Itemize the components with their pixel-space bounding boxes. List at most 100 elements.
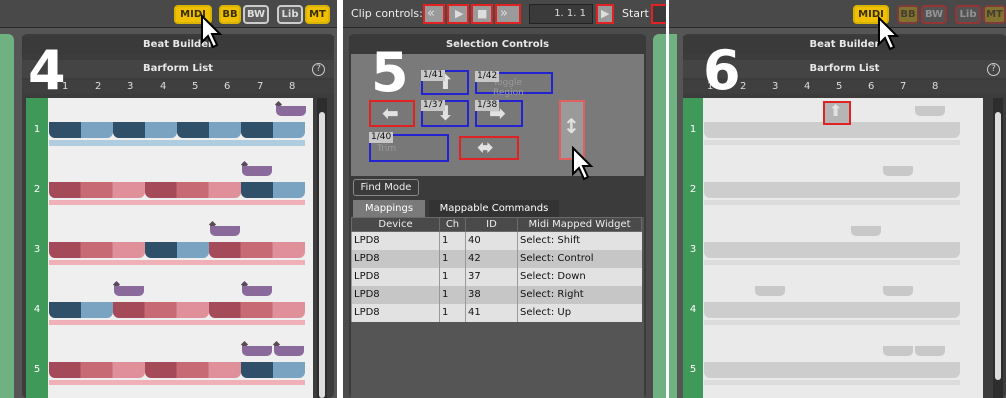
- bar-ruler: 1 2 3 4 5 6 7 8: [22, 80, 334, 94]
- barform-segment[interactable]: [145, 242, 209, 258]
- clip[interactable]: [915, 346, 945, 356]
- ruler-5: 5: [192, 81, 199, 92]
- vertical-scrollbar[interactable]: [317, 98, 327, 398]
- table-row[interactable]: LPD8 1 42 Select: Control: [351, 249, 642, 268]
- clip[interactable]: [242, 346, 272, 356]
- clip[interactable]: [242, 166, 272, 176]
- clip[interactable]: [276, 106, 306, 116]
- row-number: 4: [33, 304, 41, 315]
- mappings-table: Device Ch ID Midi Mapped Widget LPD8 1 40 S…: [351, 217, 642, 322]
- ruler-8: 8: [932, 81, 939, 92]
- cell: LPD8: [351, 267, 440, 286]
- find-mode-button[interactable]: Find Mode: [353, 179, 419, 196]
- fast-forward-button[interactable]: »: [495, 4, 521, 24]
- barform-underbar: [49, 380, 305, 385]
- barform-segment[interactable]: [241, 362, 305, 378]
- clip-controls-toolbar: Clip controls: « ▶ ■ » 1. 1. 1 ▶ Start: [343, 0, 666, 28]
- clip[interactable]: [915, 106, 945, 116]
- arrow-left-icon: ⬅: [382, 101, 399, 125]
- cell: LPD8: [351, 231, 440, 250]
- barform-segment[interactable]: [241, 182, 305, 198]
- barform-segment[interactable]: [145, 362, 241, 378]
- clip[interactable]: [242, 286, 272, 296]
- table-row[interactable]: LPD8 1 37 Select: Down: [351, 267, 642, 286]
- clip[interactable]: [114, 286, 144, 296]
- play-icon: ▶: [601, 7, 610, 20]
- mouse-cursor-icon: [572, 146, 594, 181]
- cell: 1: [439, 267, 466, 286]
- horizontal-resize-button[interactable]: ⬌: [459, 135, 519, 160]
- header-ch[interactable]: Ch: [439, 217, 466, 232]
- clip[interactable]: [274, 346, 304, 356]
- barform-segment[interactable]: [209, 302, 305, 318]
- scroll-thumb[interactable]: [319, 112, 325, 398]
- barform-segment[interactable]: [49, 302, 113, 318]
- select-up-button[interactable]: ⬆: [823, 101, 851, 125]
- lib-button[interactable]: Lib: [955, 5, 981, 24]
- position-field[interactable]: 1. 1. 1: [529, 4, 593, 24]
- play-button[interactable]: ▶: [447, 4, 469, 24]
- tab-mappings[interactable]: Mappings: [353, 200, 425, 217]
- lib-button[interactable]: Lib: [277, 5, 303, 24]
- barform-segment[interactable]: [145, 182, 241, 198]
- table-row[interactable]: LPD8 1 38 Select: Right: [351, 285, 642, 304]
- arrow-left-right-icon: ⬌: [477, 135, 494, 159]
- mt-button[interactable]: MT: [305, 5, 330, 24]
- barform-segment[interactable]: [704, 362, 960, 378]
- barform-segment[interactable]: [49, 182, 145, 198]
- mappings-table-area: Device Ch ID Midi Mapped Widget LPD8 1 40 S…: [351, 217, 644, 398]
- tab-commands-label: Mappable Commands: [439, 203, 549, 214]
- start-field[interactable]: [651, 4, 666, 24]
- table-header-row: Device Ch ID Midi Mapped Widget: [351, 217, 642, 232]
- cell: 38: [465, 285, 518, 304]
- clip[interactable]: [755, 286, 785, 296]
- panel-divider: [337, 0, 343, 398]
- ruler-7: 7: [257, 81, 264, 92]
- table-row[interactable]: LPD8 1 40 Select: Shift: [351, 231, 642, 250]
- clip[interactable]: [883, 346, 913, 356]
- barform-underbar: [704, 260, 960, 265]
- select-left-button[interactable]: ⬅: [369, 100, 415, 127]
- barform-segment[interactable]: [113, 302, 209, 318]
- rewind-button[interactable]: «: [423, 4, 445, 24]
- step-number: 4: [28, 39, 66, 102]
- barform-segment[interactable]: [241, 122, 305, 138]
- clip[interactable]: [851, 226, 881, 236]
- barform-segment[interactable]: [704, 302, 960, 318]
- scroll-thumb[interactable]: [995, 112, 1001, 380]
- panel-5: Clip controls: « ▶ ■ » 1. 1. 1 ▶ Start S…: [343, 0, 666, 398]
- position-value: 1. 1. 1: [554, 8, 586, 19]
- clip[interactable]: [883, 286, 913, 296]
- barform-underbar: [49, 320, 305, 325]
- vertical-scrollbar[interactable]: [993, 98, 1003, 398]
- barform-underbar: [704, 140, 960, 145]
- bw-button[interactable]: BW: [921, 5, 947, 24]
- left-dock: [669, 34, 677, 398]
- clip[interactable]: [883, 166, 913, 176]
- tab-mappable-commands[interactable]: Mappable Commands: [429, 200, 559, 217]
- table-row[interactable]: LPD8 1 41 Select: Up: [351, 303, 642, 322]
- barform-underbar: [49, 260, 305, 265]
- barform-segment[interactable]: [113, 122, 177, 138]
- help-icon[interactable]: ?: [312, 63, 325, 76]
- barform-segment[interactable]: [209, 242, 305, 258]
- header-widget[interactable]: Midi Mapped Widget: [517, 217, 642, 232]
- barform-segment[interactable]: [49, 362, 145, 378]
- header-id[interactable]: ID: [465, 217, 518, 232]
- clip[interactable]: [210, 226, 240, 236]
- cell: 1: [439, 303, 466, 322]
- help-icon[interactable]: ?: [987, 63, 1000, 76]
- barform-segment[interactable]: [177, 122, 241, 138]
- barform-segment[interactable]: [704, 182, 960, 198]
- barform-segment[interactable]: [49, 242, 145, 258]
- mt-button[interactable]: MT: [983, 5, 1006, 24]
- barform-segment[interactable]: [704, 242, 960, 258]
- stop-button[interactable]: ■: [471, 4, 493, 24]
- cell: 42: [465, 249, 518, 268]
- play-position-button[interactable]: ▶: [596, 4, 614, 24]
- ruler-8: 8: [289, 81, 296, 92]
- barform-segment[interactable]: [49, 122, 113, 138]
- bw-button[interactable]: BW: [243, 5, 269, 24]
- header-device[interactable]: Device: [351, 217, 440, 232]
- panel-divider: [666, 0, 669, 398]
